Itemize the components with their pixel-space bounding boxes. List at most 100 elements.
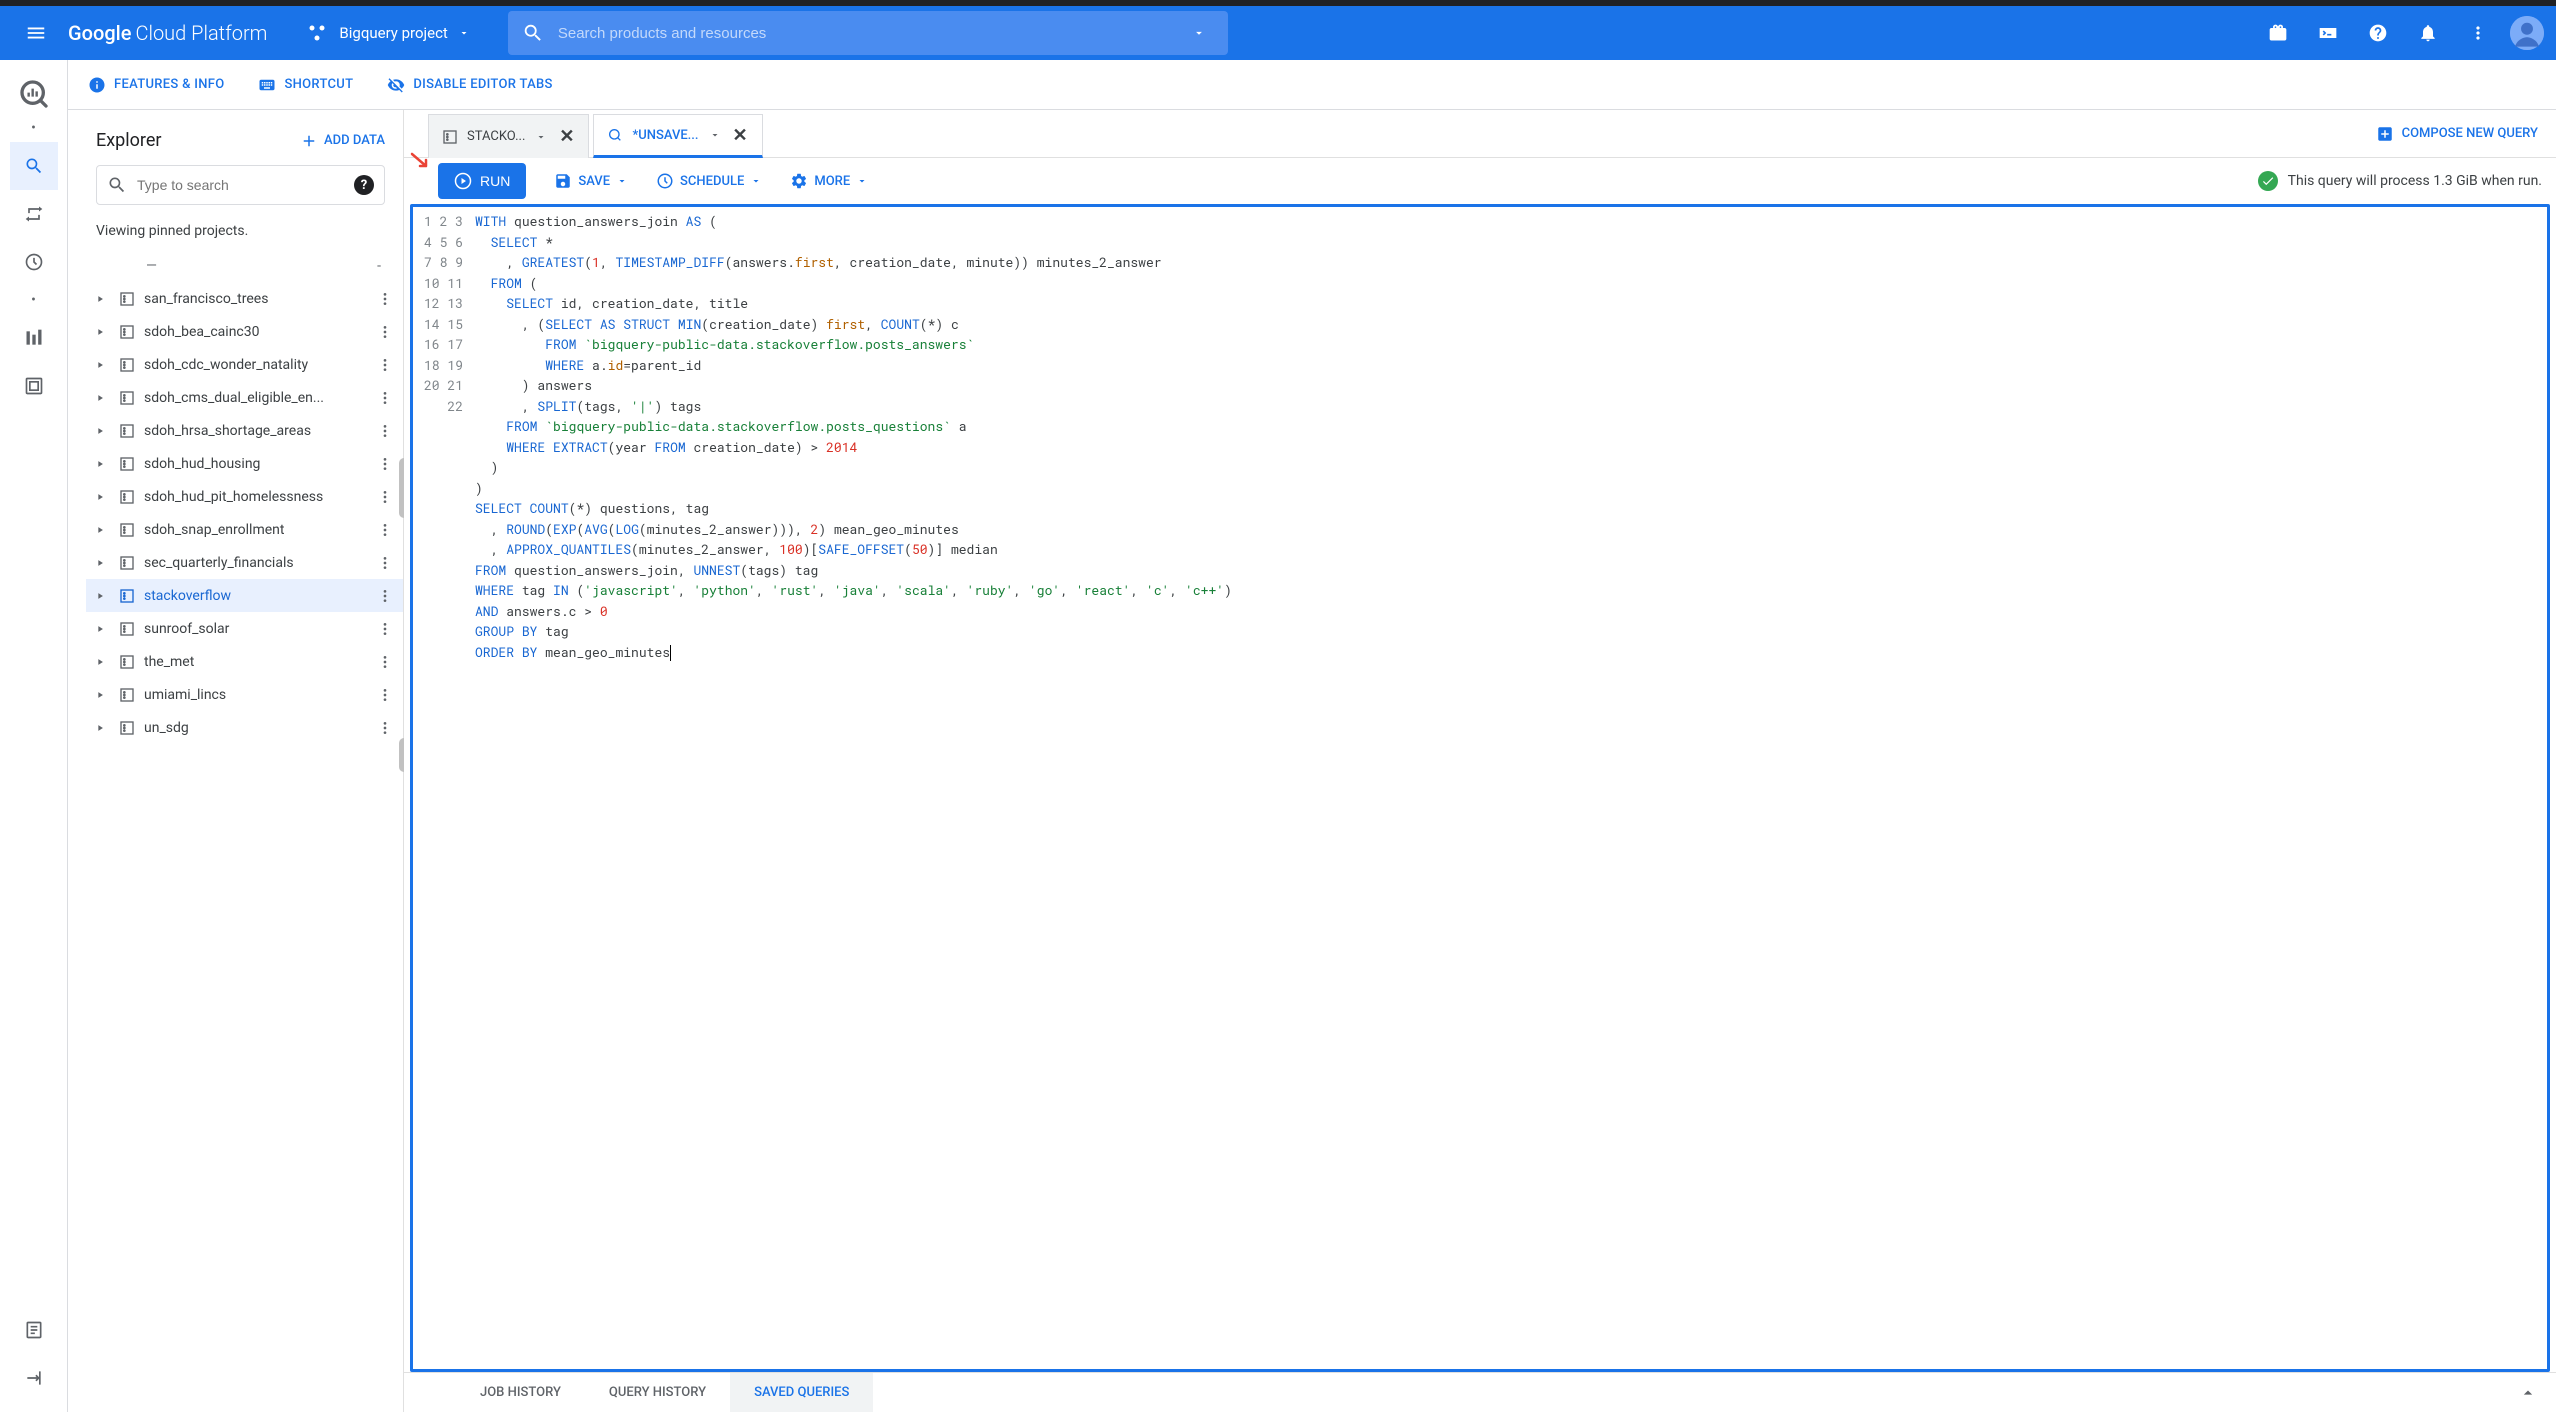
rail-reservations-icon[interactable]: [10, 314, 58, 362]
expand-icon[interactable]: [92, 591, 108, 601]
dataset-row[interactable]: un_sdg: [86, 711, 403, 744]
tab-unsaved[interactable]: *UNSAVE... ✕: [593, 114, 762, 158]
rail-separator: •: [31, 286, 36, 314]
notifications-icon[interactable]: [2406, 11, 2450, 55]
features-info-button[interactable]: FEATURES & INFO: [88, 76, 224, 94]
menu-icon[interactable]: [12, 9, 60, 57]
dataset-row[interactable]: the_met: [86, 645, 403, 678]
more-icon[interactable]: [375, 720, 395, 736]
expand-icon[interactable]: [92, 294, 108, 304]
dataset-name: sdoh_hud_pit_homelessness: [144, 489, 375, 505]
more-icon[interactable]: [2456, 11, 2500, 55]
search-icon: [107, 175, 127, 195]
dataset-row[interactable]: san_francisco_trees: [86, 282, 403, 315]
disable-tabs-button[interactable]: DISABLE EDITOR TABS: [387, 76, 552, 94]
search-input[interactable]: [558, 25, 1184, 42]
expand-icon[interactable]: [92, 558, 108, 568]
dataset-row[interactable]: sec_quarterly_financials: [86, 546, 403, 579]
more-button[interactable]: MORE: [790, 172, 868, 190]
gift-icon[interactable]: [2256, 11, 2300, 55]
more-icon[interactable]: [375, 687, 395, 703]
dataset-row[interactable]: sdoh_hud_housing: [86, 447, 403, 480]
more-icon[interactable]: [375, 390, 395, 406]
more-icon[interactable]: [375, 423, 395, 439]
search-dropdown-icon[interactable]: [1184, 26, 1214, 40]
explorer-search-input[interactable]: [137, 177, 354, 193]
gcp-logo[interactable]: Google Cloud Platform: [68, 21, 267, 45]
expand-icon[interactable]: [92, 723, 108, 733]
header: Google Cloud Platform Bigquery project: [0, 6, 2556, 60]
rail-bi-engine-icon[interactable]: [10, 362, 58, 410]
chevron-down-icon[interactable]: [707, 129, 723, 141]
more-icon[interactable]: [375, 588, 395, 604]
more-icon[interactable]: [375, 489, 395, 505]
expand-icon[interactable]: [92, 657, 108, 667]
sql-editor[interactable]: 1 2 3 4 5 6 7 8 9 10 11 12 13 14 15 16 1…: [410, 204, 2550, 1372]
dataset-row[interactable]: umiami_lincs: [86, 678, 403, 711]
close-icon[interactable]: ✕: [731, 125, 750, 146]
dataset-name: sec_quarterly_financials: [144, 555, 375, 571]
cloud-shell-icon[interactable]: [2306, 11, 2350, 55]
expand-icon[interactable]: [92, 525, 108, 535]
dataset-row[interactable]: sunroof_solar: [86, 612, 403, 645]
editor-tabs: STACKO... ✕ *UNSAVE... ✕ COMPOSE NEW QUE…: [404, 110, 2556, 158]
expand-icon[interactable]: [92, 426, 108, 436]
schedule-button[interactable]: SCHEDULE: [656, 172, 762, 190]
dataset-row[interactable]: sdoh_snap_enrollment: [86, 513, 403, 546]
compose-query-button[interactable]: COMPOSE NEW QUERY: [2376, 110, 2556, 157]
query-history-tab[interactable]: QUERY HISTORY: [585, 1373, 730, 1412]
search-icon: [522, 22, 544, 44]
explorer-title: Explorer: [96, 130, 162, 151]
more-icon[interactable]: [375, 621, 395, 637]
expand-icon[interactable]: [92, 459, 108, 469]
dataset-icon: [118, 554, 136, 572]
dataset-row[interactable]: sdoh_cms_dual_eligible_en...: [86, 381, 403, 414]
more-icon[interactable]: [375, 555, 395, 571]
help-icon[interactable]: [2356, 11, 2400, 55]
shortcut-button[interactable]: SHORTCUT: [258, 76, 353, 94]
expand-up-icon[interactable]: [2518, 1383, 2556, 1403]
dataset-row[interactable]: sdoh_cdc_wonder_natality: [86, 348, 403, 381]
query-toolbar: RUN SAVE SCHEDULE MORE: [404, 158, 2556, 204]
tree-placeholder-row: —-: [86, 249, 403, 282]
expand-icon[interactable]: [92, 624, 108, 634]
save-button[interactable]: SAVE: [554, 172, 628, 190]
expand-icon[interactable]: [92, 393, 108, 403]
expand-icon[interactable]: [92, 360, 108, 370]
dataset-row[interactable]: stackoverflow: [86, 579, 403, 612]
more-icon[interactable]: [375, 654, 395, 670]
rail-sql-icon[interactable]: [10, 142, 58, 190]
avatar[interactable]: [2510, 16, 2544, 50]
expand-icon[interactable]: [92, 690, 108, 700]
validation-text: This query will process 1.3 GiB when run…: [2288, 173, 2542, 189]
annotation-arrow: [408, 150, 432, 174]
chevron-down-icon[interactable]: [533, 131, 549, 143]
explorer-search[interactable]: ?: [96, 165, 385, 205]
expand-icon[interactable]: [92, 492, 108, 502]
sql-code[interactable]: WITH question_answers_join AS ( SELECT *…: [475, 207, 2547, 1369]
job-history-tab[interactable]: JOB HISTORY: [456, 1373, 585, 1412]
dataset-row[interactable]: sdoh_hud_pit_homelessness: [86, 480, 403, 513]
rail-scheduled-icon[interactable]: [10, 238, 58, 286]
more-icon[interactable]: [375, 522, 395, 538]
saved-queries-tab[interactable]: SAVED QUERIES: [730, 1373, 873, 1412]
rail-expand-icon[interactable]: [10, 1354, 58, 1402]
dataset-name: sdoh_cdc_wonder_natality: [144, 357, 375, 373]
close-icon[interactable]: ✕: [557, 126, 576, 147]
dataset-row[interactable]: sdoh_bea_cainc30: [86, 315, 403, 348]
run-button[interactable]: RUN: [438, 163, 526, 199]
bigquery-icon[interactable]: [14, 74, 54, 114]
add-data-button[interactable]: ADD DATA: [300, 132, 385, 150]
rail-notes-icon[interactable]: [10, 1306, 58, 1354]
rail-transfers-icon[interactable]: [10, 190, 58, 238]
project-selector[interactable]: Bigquery project: [295, 15, 479, 51]
expand-icon[interactable]: [92, 327, 108, 337]
more-icon[interactable]: [375, 456, 395, 472]
tab-stackoverflow[interactable]: STACKO... ✕: [428, 114, 589, 158]
help-icon[interactable]: ?: [354, 175, 374, 195]
more-icon[interactable]: [375, 291, 395, 307]
search-box[interactable]: [508, 11, 1228, 55]
more-icon[interactable]: [375, 357, 395, 373]
dataset-row[interactable]: sdoh_hrsa_shortage_areas: [86, 414, 403, 447]
more-icon[interactable]: [375, 324, 395, 340]
